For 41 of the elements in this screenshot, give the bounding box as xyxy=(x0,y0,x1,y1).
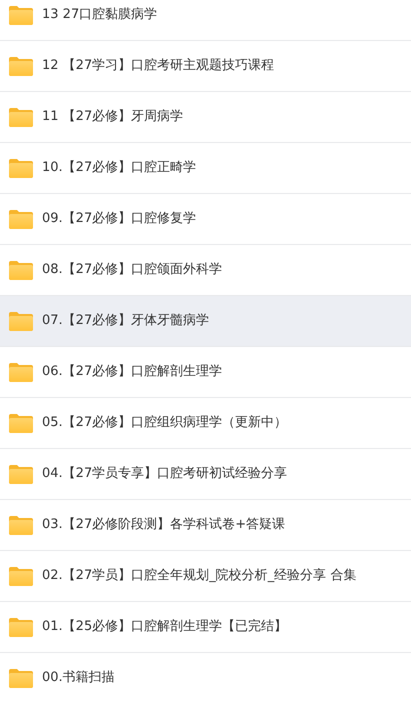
folder-row[interactable]: 06.【27必修】口腔解剖生理学 xyxy=(0,347,411,398)
folder-row[interactable]: 10.【27必修】口腔正畸学 xyxy=(0,143,411,194)
folder-icon xyxy=(8,514,34,536)
folder-name: 10.【27必修】口腔正畸学 xyxy=(42,159,196,178)
folder-row[interactable]: 07.【27必修】牙体牙髓病学 xyxy=(0,296,411,347)
folder-row[interactable]: 02.【27学员】口腔全年规划_院校分析_经验分享 合集 xyxy=(0,551,411,602)
folder-row[interactable]: 00.书籍扫描 xyxy=(0,653,411,701)
folder-row[interactable]: 13 27口腔黏膜病学 xyxy=(0,0,411,41)
folder-icon xyxy=(8,566,34,586)
folder-icon xyxy=(8,310,34,332)
folder-row[interactable]: 11 【27必修】牙周病学 xyxy=(0,92,411,143)
folder-name: 00.书籍扫描 xyxy=(42,669,115,688)
folder-name: 06.【27必修】口腔解剖生理学 xyxy=(42,363,222,382)
folder-row[interactable]: 05.【27必修】口腔组织病理学（更新中） xyxy=(0,398,411,449)
folder-name: 08.【27必修】口腔颌面外科学 xyxy=(42,261,222,280)
folder-name: 01.【25必修】口腔解剖生理学【已完结】 xyxy=(42,618,288,636)
folder-name: 07.【27必修】牙体牙髓病学 xyxy=(42,312,210,330)
folder-name: 11 【27必修】牙周病学 xyxy=(42,108,184,126)
folder-icon xyxy=(8,362,34,382)
folder-icon xyxy=(8,158,34,178)
folder-icon xyxy=(8,464,34,484)
folder-name: 04.【27学员专享】口腔考研初试经验分享 xyxy=(42,465,288,484)
folder-name: 05.【27必修】口腔组织病理学（更新中） xyxy=(42,414,288,432)
folder-icon xyxy=(8,208,34,230)
folder-row[interactable]: 09.【27必修】口腔修复学 xyxy=(0,194,411,245)
folder-name: 03.【27必修阶段测】各学科试卷+答疑课 xyxy=(42,516,286,534)
folder-icon xyxy=(8,260,34,280)
folder-name: 09.【27必修】口腔修复学 xyxy=(42,210,196,228)
folder-name: 13 27口腔黏膜病学 xyxy=(42,6,158,24)
folder-row[interactable]: 01.【25必修】口腔解剖生理学【已完结】 xyxy=(0,602,411,653)
folder-row[interactable]: 03.【27必修阶段测】各学科试卷+答疑课 xyxy=(0,500,411,551)
folder-icon xyxy=(8,412,34,434)
folder-icon xyxy=(8,4,34,26)
folder-row[interactable]: 04.【27学员专享】口腔考研初试经验分享 xyxy=(0,449,411,500)
folder-icon xyxy=(8,668,34,688)
folder-icon xyxy=(8,56,34,76)
folder-icon xyxy=(8,106,34,128)
folder-icon xyxy=(8,616,34,638)
folder-name: 12 【27学习】口腔考研主观题技巧课程 xyxy=(42,57,274,76)
folder-row[interactable]: 12 【27学习】口腔考研主观题技巧课程 xyxy=(0,41,411,92)
folder-name: 02.【27学员】口腔全年规划_院校分析_经验分享 合集 xyxy=(42,567,356,586)
